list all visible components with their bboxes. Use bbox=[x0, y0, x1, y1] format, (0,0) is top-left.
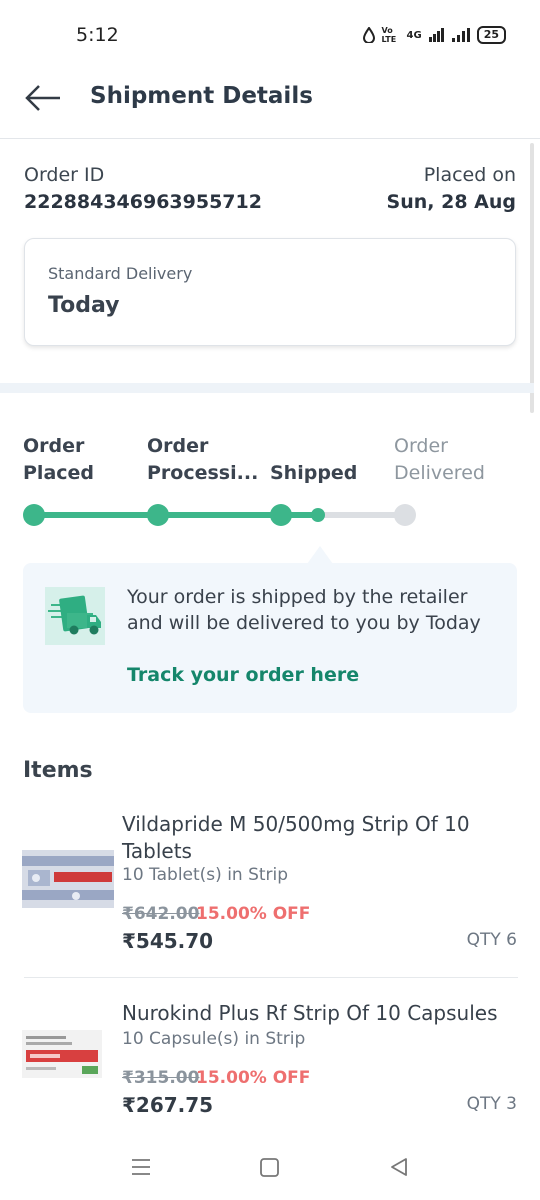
step-order-processing: Order Processi... bbox=[147, 433, 258, 487]
item-divider bbox=[24, 977, 518, 978]
item-qty: QTY 6 bbox=[466, 930, 517, 950]
step-label-line: Delivered bbox=[394, 462, 485, 484]
step-dot-shipped bbox=[270, 504, 292, 526]
step-label-line: Placed bbox=[23, 462, 95, 484]
page-title: Shipment Details bbox=[90, 83, 313, 109]
product-image bbox=[22, 1030, 102, 1078]
app-header: Shipment Details bbox=[0, 70, 540, 139]
step-order-delivered: Order Delivered bbox=[394, 433, 485, 487]
step-label-line: Order bbox=[147, 435, 209, 457]
back-arrow-icon bbox=[25, 85, 60, 111]
step-label-line: Processi... bbox=[147, 462, 259, 484]
item-pack-size: 10 Tablet(s) in Strip bbox=[122, 865, 289, 885]
item-discount: 15.00% OFF bbox=[196, 1068, 311, 1088]
network-type-icon: 4G bbox=[406, 29, 422, 41]
section-divider bbox=[0, 383, 534, 393]
status-message: Your order is shipped by the retailer an… bbox=[127, 586, 481, 634]
info-pointer bbox=[307, 546, 333, 564]
step-order-placed: Order Placed bbox=[23, 433, 94, 487]
back-button[interactable] bbox=[24, 82, 64, 114]
item-qty: QTY 3 bbox=[466, 1094, 517, 1114]
items-heading: Items bbox=[23, 758, 93, 783]
product-image bbox=[22, 850, 114, 908]
delivery-type: Standard Delivery bbox=[48, 264, 193, 283]
item-mrp: ₹642.00 bbox=[122, 904, 200, 924]
placed-on-label: Placed on bbox=[423, 164, 516, 186]
recent-apps-icon[interactable] bbox=[131, 1158, 151, 1176]
step-dot-delivered bbox=[394, 504, 416, 526]
back-nav-icon[interactable] bbox=[389, 1157, 409, 1177]
data-saver-icon bbox=[362, 27, 375, 43]
step-shipped: Shipped bbox=[270, 460, 357, 487]
order-id-value: 222884346963955712 bbox=[24, 191, 262, 213]
battery-icon: 25 bbox=[476, 26, 506, 44]
step-label-line: Order bbox=[23, 435, 85, 457]
status-bar: 5:12 Vo LTE 4G 25 bbox=[0, 0, 540, 70]
system-nav-bar bbox=[0, 1142, 540, 1200]
track-order-link[interactable]: Track your order here bbox=[127, 664, 359, 686]
current-position-dot bbox=[311, 508, 325, 522]
signal-icon bbox=[428, 28, 444, 42]
step-dot-placed bbox=[23, 504, 45, 526]
item-name: Nurokind Plus Rf Strip Of 10 Capsules bbox=[122, 1001, 498, 1025]
order-summary: Order ID 222884346963955712 Placed on Su… bbox=[0, 139, 534, 387]
item-pack-size: 10 Capsule(s) in Strip bbox=[122, 1029, 306, 1049]
order-id-label: Order ID bbox=[24, 164, 105, 186]
item-discount: 15.00% OFF bbox=[196, 904, 311, 924]
truck-icon bbox=[45, 587, 105, 645]
home-icon[interactable] bbox=[260, 1158, 279, 1177]
item-name: Vildapride M 50/500mg Strip Of 10 Tablet… bbox=[122, 812, 470, 863]
placed-on-value: Sun, 28 Aug bbox=[386, 191, 516, 213]
status-icons: Vo LTE 4G 25 bbox=[362, 26, 506, 44]
step-label-line: Shipped bbox=[270, 462, 358, 484]
item-mrp: ₹315.00 bbox=[122, 1068, 200, 1088]
volte-icon: Vo LTE bbox=[381, 26, 397, 44]
shipment-status-box: Your order is shipped by the retailer an… bbox=[23, 563, 517, 713]
step-dot-processing bbox=[147, 504, 169, 526]
progress-track-pending bbox=[318, 512, 406, 518]
signal-icon-2 bbox=[451, 28, 470, 42]
item-price: ₹267.75 bbox=[122, 1093, 214, 1117]
delivery-card: Standard Delivery Today bbox=[24, 238, 516, 346]
step-label-line: Order bbox=[394, 435, 448, 457]
item-price: ₹545.70 bbox=[122, 929, 214, 953]
delivery-day: Today bbox=[48, 293, 120, 318]
status-time: 5:12 bbox=[76, 24, 119, 46]
